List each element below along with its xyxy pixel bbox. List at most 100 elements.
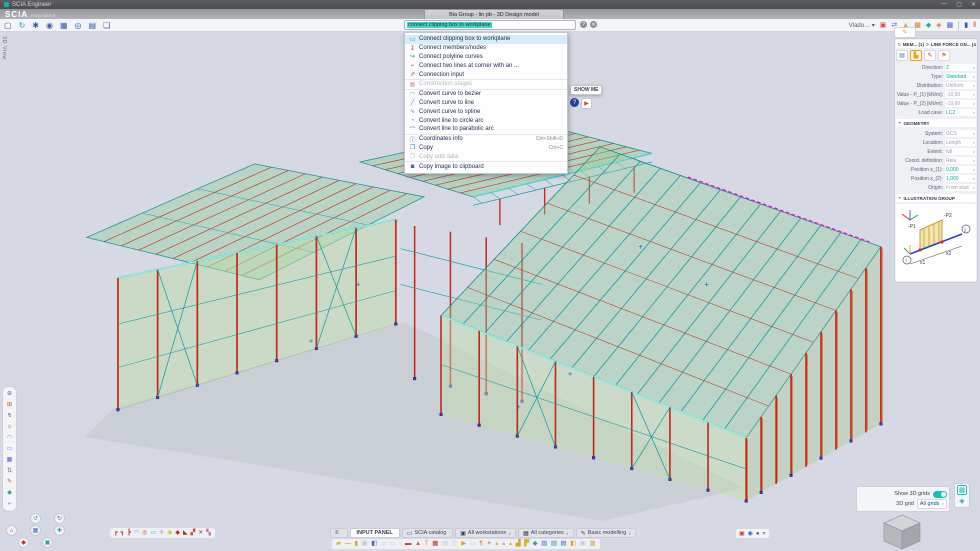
quick-tool-icon[interactable]: ✚	[159, 528, 164, 538]
input-tool-icon[interactable]: ¶	[479, 539, 483, 549]
input-tool-icon[interactable]: ◧	[570, 539, 576, 549]
navigation-cube[interactable]	[874, 514, 930, 551]
view-tool-icon[interactable]: ⇅	[7, 466, 12, 476]
view-tool-icon[interactable]: ✎	[7, 477, 12, 487]
bottom-tab[interactable]: INPUT PANEL	[350, 528, 400, 538]
wheel-button[interactable]: ✚	[54, 525, 65, 536]
corner-tool-icon[interactable]: ●	[756, 531, 760, 537]
input-tool-icon[interactable]: ▴	[502, 539, 505, 549]
input-tool-icon[interactable]: ▮	[355, 539, 359, 549]
menu-item[interactable]: ↪ Connect polyline curves	[405, 53, 567, 62]
quick-tool-icon[interactable]: ◆	[175, 528, 180, 538]
corner-tool-icon[interactable]: ◉	[748, 530, 753, 537]
toolbar-icon[interactable]: ✱	[32, 19, 39, 32]
property-value-box[interactable]: Length ∨	[945, 139, 976, 146]
bottom-tab[interactable]: ▭ SCIA catalog	[402, 528, 453, 538]
quick-tool-icon[interactable]: ▞	[191, 528, 196, 538]
wheel-button[interactable]: ↺	[30, 513, 41, 524]
bottom-tab[interactable]: ≡	[330, 528, 348, 538]
menu-item[interactable]: ◙ Copy image to clipboard	[405, 161, 567, 171]
toolbar-right-icon[interactable]: ▣	[880, 19, 887, 32]
panel-tab[interactable]: ⚑	[938, 50, 950, 61]
panel-menu-icon[interactable]: ≡	[898, 42, 901, 47]
input-tool-icon[interactable]: ▤	[442, 539, 448, 549]
input-tool-icon[interactable]: ▟	[516, 539, 521, 549]
input-tool-icon[interactable]: ▭	[470, 539, 476, 549]
input-tool-icon[interactable]: ▤	[560, 539, 566, 549]
spotlight-help-icon[interactable]: ?	[580, 21, 587, 28]
input-tool-icon[interactable]: ▥	[589, 539, 595, 549]
maximize-button[interactable]: ▢	[956, 1, 962, 8]
input-tool-icon[interactable]: ▭	[389, 539, 395, 549]
toolbar-icon[interactable]: ▦	[60, 19, 68, 32]
property-value-box[interactable]: full ∨	[945, 148, 976, 155]
properties-header[interactable]: ≡ MEM... (1) > LINE FORCE ON... (49)	[896, 40, 976, 48]
property-value-box[interactable]: LC2 ∨	[945, 109, 976, 116]
input-tool-icon[interactable]: ▨	[541, 539, 547, 549]
input-tool-icon[interactable]: ▛	[524, 539, 529, 549]
property-value-box[interactable]: 0,000 ∨	[945, 166, 976, 173]
quick-tool-icon[interactable]: ┓	[121, 528, 125, 538]
toolbar-right-icon[interactable]: ◈	[936, 19, 941, 32]
toolbar-right-icon[interactable]: ▮	[964, 19, 968, 32]
toolbar-icon[interactable]: ▤	[89, 19, 97, 32]
menu-item[interactable]: ⌒ Convert line to parabolic arc	[405, 125, 567, 134]
quick-tool-icon[interactable]: ◠	[134, 528, 139, 538]
property-value-box[interactable]: 1,000 ∨	[945, 175, 976, 182]
property-value-box[interactable]: From start ∨	[945, 184, 976, 191]
spotlight-input[interactable]: connect clipping box to workplane	[404, 20, 576, 30]
input-tool-icon[interactable]: ▲	[415, 539, 421, 549]
panel-tab[interactable]: ▙	[910, 50, 922, 61]
input-tool-icon[interactable]: ◆	[533, 539, 538, 549]
toolbar-right-icon[interactable]: ◆	[926, 19, 931, 32]
property-value-box[interactable]: Z ∨	[945, 64, 976, 71]
input-tool-icon[interactable]: T	[425, 539, 429, 549]
menu-item[interactable]: ⌐ Connect two lines at corner with an ..…	[405, 61, 567, 70]
menu-item[interactable]: ⓘ Coordinates info Ctrl+Shift+D	[405, 134, 567, 144]
view-tool-icon[interactable]: ◠	[7, 433, 12, 443]
wheel-button[interactable]: ▦	[30, 525, 41, 536]
property-value-box[interactable]: Rela ∨	[945, 157, 976, 164]
quick-tool-icon[interactable]: ┣	[127, 528, 131, 538]
input-tool-icon[interactable]: ▴	[509, 539, 512, 549]
menu-item[interactable]: ↧ Connect members/nodes	[405, 44, 567, 53]
view-tool-icon[interactable]: ⊞	[7, 400, 12, 410]
input-tool-icon[interactable]: ▶	[461, 539, 466, 549]
panel-tab[interactable]: ▤	[896, 50, 908, 61]
input-tool-icon[interactable]: ▱	[381, 539, 386, 549]
quick-tool-icon[interactable]: ▚	[206, 528, 211, 538]
bottom-tab[interactable]: ▦ All categories ∨	[518, 528, 574, 538]
project-tab[interactable]: Bia Group - lin pb - 3D Design model	[424, 9, 564, 19]
quick-tool-icon[interactable]: ▭	[150, 528, 156, 538]
input-tool-icon[interactable]: —	[345, 539, 352, 549]
help-icon[interactable]: ?	[570, 98, 579, 107]
edit-mode-button[interactable]: ✎	[894, 27, 916, 38]
menu-item[interactable]: ⇗ Connection input	[405, 70, 567, 79]
input-tool-icon[interactable]: ◧	[371, 539, 377, 549]
view-tool-icon[interactable]: ↯	[7, 411, 12, 421]
menu-item[interactable]: ❐ Copy Ctrl+C	[405, 144, 567, 153]
property-value-box[interactable]: -10,00 ∨	[945, 100, 976, 107]
toolbar-icon[interactable]: ❏	[103, 19, 110, 32]
grid-toggle-button[interactable]: ▦	[957, 485, 967, 495]
input-tool-icon[interactable]: ▰	[336, 539, 341, 549]
input-tool-icon[interactable]: ▫	[399, 539, 401, 549]
toolbar-right-icon[interactable]: ▩	[947, 19, 954, 32]
menu-item[interactable]: ╱ Convert curve to line	[405, 99, 567, 108]
bottom-tab[interactable]: ▣ All workstations ∨	[455, 528, 516, 538]
view-tool-icon[interactable]: ▭	[7, 444, 13, 454]
menu-item[interactable]: ◔ Convert line to circle arc	[405, 116, 567, 125]
view-tool-icon[interactable]: ◆	[7, 488, 12, 498]
close-button[interactable]: ✕	[971, 1, 976, 8]
quick-tool-icon[interactable]: ◣	[183, 528, 188, 538]
quick-tool-icon[interactable]: ┏	[114, 528, 118, 538]
toolbar-icon[interactable]: ↻	[19, 19, 26, 32]
toolbar-icon[interactable]: ◉	[46, 19, 53, 32]
menu-item[interactable]: ❐ Copy add data	[405, 152, 567, 161]
toolbar-right-icon[interactable]: ‖	[973, 19, 976, 32]
wheel-button[interactable]: ◆	[18, 537, 29, 548]
quick-tool-icon[interactable]: ◎	[142, 528, 147, 538]
view-tool-icon[interactable]: ⊕	[7, 389, 12, 399]
toolbar-icon[interactable]: ◎	[75, 19, 82, 32]
geometry-section-header[interactable]: ▼ GEOMETRY	[896, 119, 976, 127]
